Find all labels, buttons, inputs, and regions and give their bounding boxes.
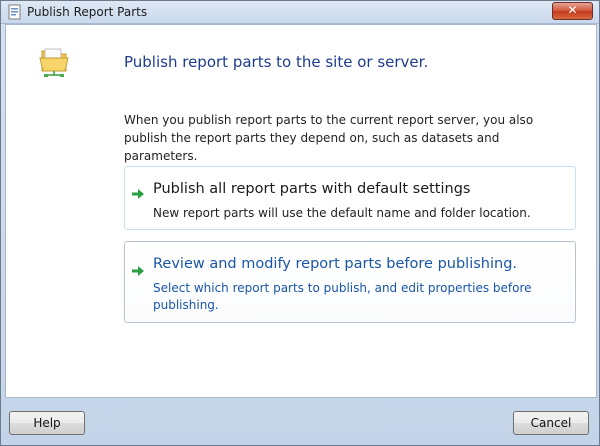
window-title: Publish Report Parts [27,5,148,19]
option-publish-defaults[interactable]: Publish all report parts with default se… [124,166,576,230]
option-description: New report parts will use the default na… [153,206,531,220]
help-button[interactable]: Help [9,411,85,435]
close-button[interactable]: ✕ [552,2,593,20]
publish-report-parts-dialog: Publish Report Parts ✕ Publish report pa… [0,0,600,446]
green-arrow-icon [132,189,144,199]
option-title: Review and modify report parts before pu… [153,256,518,272]
option-title: Publish all report parts with default se… [153,181,471,197]
report-app-icon [8,4,21,20]
close-icon: ✕ [567,3,578,17]
dialog-footer: Help Cancel [1,397,599,445]
option-review-before-publishing[interactable]: Review and modify report parts before pu… [124,241,576,323]
dialog-content: Publish report parts to the site or serv… [5,24,597,398]
server-folder-icon [39,48,69,77]
intro-text: When you publish report parts to the cur… [124,113,534,163]
cancel-button[interactable]: Cancel [513,411,589,435]
green-arrow-icon [132,266,144,276]
title-bar: Publish Report Parts ✕ [1,1,599,24]
option-description: Select which report parts to publish, an… [153,281,532,312]
page-heading: Publish report parts to the site or serv… [124,53,429,71]
